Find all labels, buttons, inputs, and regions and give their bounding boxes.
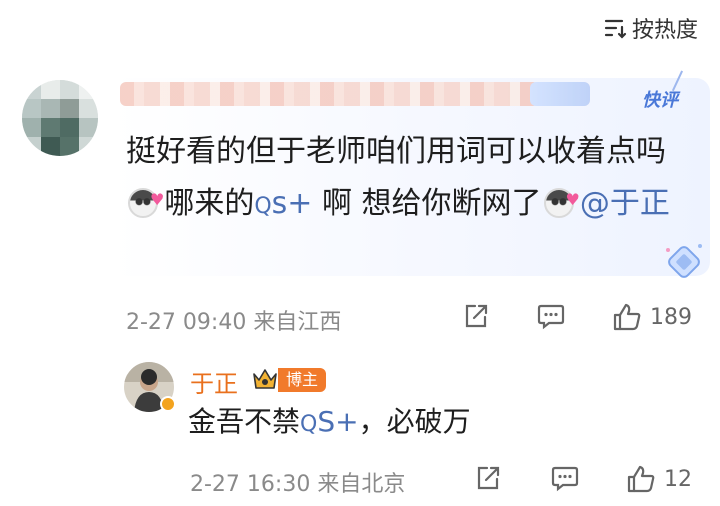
crown-icon <box>250 364 280 394</box>
share-button[interactable] <box>462 302 490 330</box>
heart-icon: ♥ <box>150 190 165 209</box>
comment-meta: 2-27 09:40 来自江西 <box>126 310 342 335</box>
comment-icon <box>550 464 580 492</box>
avatar[interactable] <box>22 80 98 156</box>
quick-review-badge: 快评 <box>642 70 693 112</box>
reply-like-count: 12 <box>664 466 692 492</box>
reply-author-name[interactable]: 于正 <box>190 364 238 399</box>
share-icon <box>462 302 490 330</box>
topic-link[interactable]: Qs+ <box>254 186 312 221</box>
like-button[interactable]: 189 <box>612 302 692 332</box>
comment-icon <box>536 302 566 330</box>
diamond-icon <box>662 240 706 284</box>
reply-like-button[interactable]: 12 <box>626 464 692 494</box>
like-count: 189 <box>650 304 692 330</box>
reply-comment-button[interactable] <box>550 464 580 492</box>
comment-button[interactable] <box>536 302 566 330</box>
reply-body: 金吾不禁QS+，必破万 <box>188 405 471 438</box>
thumbs-up-icon <box>612 302 642 332</box>
username-redacted[interactable] <box>120 82 590 106</box>
thumbs-up-icon <box>626 464 656 494</box>
verified-icon <box>160 396 176 412</box>
mention-link[interactable]: @于正 <box>580 186 670 221</box>
sort-label: 按热度 <box>631 18 698 43</box>
reply-meta: 2-27 16:30 来自北京 <box>190 472 406 497</box>
author-badge: 博主 <box>278 368 327 392</box>
reply-share-button[interactable] <box>474 464 502 492</box>
topic-link[interactable]: QS+ <box>300 405 359 438</box>
sort-lines-icon <box>604 17 628 39</box>
heart-icon: ♥ <box>565 190 580 209</box>
share-icon <box>474 464 502 492</box>
sort-toggle[interactable]: 按热度 <box>604 12 698 44</box>
comment-body: 挺好看的但于老师咱们用词可以收着点吗♥哪来的Qs+ 啊 想给你断网了 ♥@于正 <box>126 134 670 221</box>
